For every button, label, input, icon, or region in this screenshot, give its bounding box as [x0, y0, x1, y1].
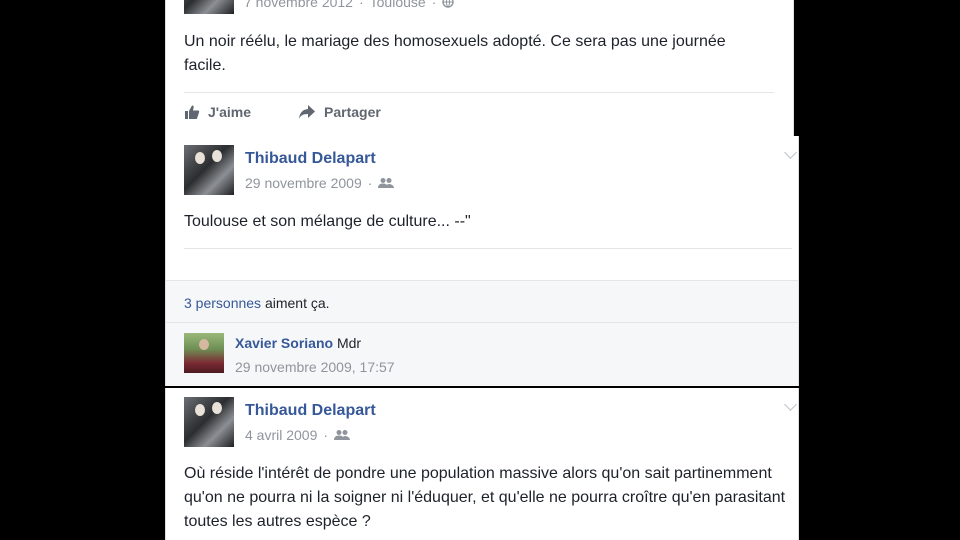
post-date[interactable]: 29 novembre 2009: [245, 175, 362, 191]
friends-icon: [334, 430, 351, 440]
post-card-1: 7 novembre 2012 · Toulouse · Un noir réé…: [165, 0, 794, 136]
comment-body: Xavier Soriano Mdr: [235, 335, 361, 351]
post-divider: [184, 92, 774, 93]
author-avatar[interactable]: [184, 0, 234, 14]
post-date[interactable]: 4 avril 2009: [245, 427, 317, 443]
comments-section: 3 personnes aiment ça. Xavier Soriano Md…: [166, 280, 798, 386]
post-text: Toulouse et son mélange de culture... --…: [184, 213, 471, 230]
post-meta: 29 novembre 2009 ·: [245, 175, 395, 191]
author-name[interactable]: Thibaud Delapart: [245, 402, 376, 420]
post-card-2: Thibaud Delapart 29 novembre 2009 · Toul…: [165, 136, 799, 386]
post-location[interactable]: Toulouse: [370, 0, 426, 10]
comment-text: Mdr: [336, 335, 362, 351]
post-text: Un noir réélu, le mariage des homosexuel…: [184, 33, 726, 74]
author-avatar[interactable]: [184, 397, 234, 447]
globe-icon: [442, 0, 455, 8]
author-avatar[interactable]: [184, 145, 234, 195]
post-meta: 4 avril 2009 ·: [245, 427, 351, 443]
like-button[interactable]: J'aime: [184, 104, 251, 120]
likes-suffix: aiment ça.: [261, 295, 330, 311]
author-name[interactable]: Thibaud Delapart: [245, 150, 376, 168]
share-button[interactable]: Partager: [298, 104, 381, 120]
chevron-down-icon[interactable]: [784, 398, 797, 411]
comments-divider: [166, 322, 798, 323]
likes-summary: 3 personnes aiment ça.: [184, 295, 330, 311]
post-date[interactable]: 7 novembre 2012: [244, 0, 353, 10]
chevron-down-icon[interactable]: [784, 146, 797, 159]
likes-count-link[interactable]: 3 personnes: [184, 295, 261, 311]
like-label[interactable]: J'aime: [208, 104, 251, 120]
post-card-3: Thibaud Delapart 4 avril 2009 · Où résid…: [165, 388, 799, 540]
share-label[interactable]: Partager: [324, 104, 381, 120]
post-meta: 7 novembre 2012 · Toulouse ·: [244, 0, 455, 10]
post-text: Où réside l'intérêt de pondre une popula…: [184, 465, 786, 530]
friends-icon: [378, 178, 395, 188]
post-divider: [184, 248, 792, 249]
comment-timestamp[interactable]: 29 novembre 2009, 17:57: [235, 359, 395, 375]
commenter-avatar[interactable]: [184, 333, 224, 373]
comment-author[interactable]: Xavier Soriano: [235, 335, 333, 351]
thumbs-up-icon: [185, 105, 200, 119]
share-arrow-icon: [299, 105, 315, 119]
